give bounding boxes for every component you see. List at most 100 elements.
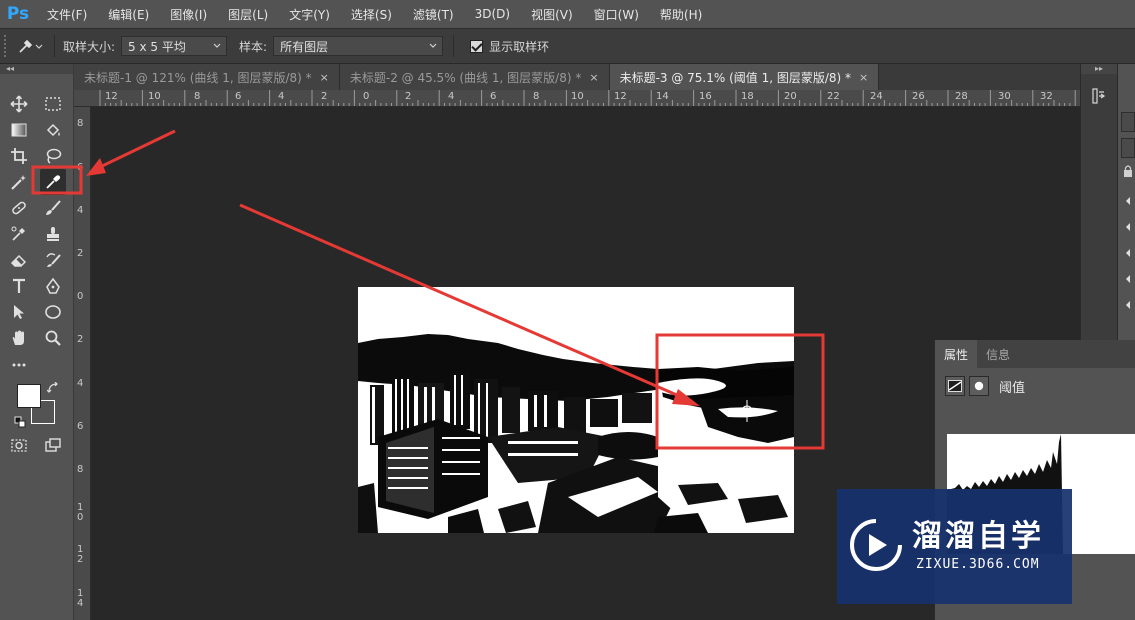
panel-button[interactable] [1121,138,1135,158]
hand-tool[interactable] [6,325,32,351]
menu-image[interactable]: 图像(I) [159,6,217,23]
tab-untitled-2[interactable]: 未标题-2 @ 45.5% (曲线 1, 图层蒙版/8) * × [339,64,610,90]
sample-size-select[interactable]: 5 x 5 平均 [121,36,228,56]
lasso-tool[interactable] [40,143,66,169]
tab-label: 未标题-1 @ 121% (曲线 1, 图层蒙版/8) * [84,70,312,85]
history-brush-tool[interactable] [40,247,66,273]
threshold-adjustment-icon [948,380,962,392]
magnifier-icon [45,330,61,346]
chevron-left-icon[interactable] [1124,300,1132,310]
quick-mask-icon [11,439,27,452]
eraser-tool[interactable] [6,247,32,273]
lock-icon[interactable] [1122,164,1134,178]
toolbar-collapse[interactable]: ◂◂ [0,64,73,74]
ruler-label: 2 [321,91,328,102]
dock-collapse[interactable]: ▸▸ [1081,64,1117,74]
ruler-label: 10 [148,91,161,102]
menu-layer[interactable]: 图层(L) [217,6,278,23]
screen-mode-button[interactable] [40,432,66,458]
menu-filter[interactable]: 滤镜(T) [402,6,464,23]
chevron-left-icon[interactable] [1124,274,1132,284]
path-selection-tool[interactable] [6,299,32,325]
ruler-label: 0 [363,91,370,102]
chevron-left-icon[interactable] [1124,222,1132,232]
tab-untitled-3[interactable]: 未标题-3 @ 75.1% (阈值 1, 图层蒙版/8) * × [609,64,880,90]
swap-colors-icon[interactable] [47,382,59,394]
chevron-left-icon[interactable] [1124,248,1132,258]
sample-size-value: 5 x 5 平均 [128,39,186,54]
chevron-down-icon [213,43,221,48]
ruler-label: 1 0 [77,502,84,523]
ruler-label: 4 [278,91,285,102]
adjustment-layer-button[interactable] [945,376,965,396]
tab-label: 未标题-3 @ 75.1% (阈值 1, 图层蒙版/8) * [619,70,852,85]
sample-size-label: 取样大小: [63,39,116,54]
bandage-icon [12,201,26,215]
watermark-subtitle: ZIXUE.3D66.COM [916,557,1040,572]
document-canvas-threshold-image[interactable] [358,287,794,533]
play-logo-icon [850,519,902,571]
tool-preset-picker[interactable] [12,34,48,58]
menu-select[interactable]: 选择(S) [340,6,402,23]
menu-edit[interactable]: 编辑(E) [97,6,159,23]
paint-bucket-tool[interactable] [40,117,66,143]
brush-tool[interactable] [40,195,66,221]
threshold-cityscape-image [358,287,794,533]
menu-file[interactable]: 文件(F) [36,6,97,23]
type-tool[interactable] [6,273,32,299]
right-panel-edge [1117,64,1135,340]
ruler-label: 22 [827,91,840,102]
menu-type[interactable]: 文字(Y) [278,6,340,23]
menu-view[interactable]: 视图(V) [520,6,583,23]
show-sampling-ring-checkbox[interactable] [470,39,484,53]
sample-select[interactable]: 所有图层 [273,36,444,56]
ruler-label: 4 [77,205,84,216]
stamp-icon [47,227,59,241]
layer-mask-button[interactable] [969,376,989,396]
history-panel-button[interactable] [1089,86,1109,106]
clone-stamp-tool[interactable] [40,221,66,247]
magic-wand-tool[interactable] [6,169,32,195]
history-brush-icon [46,253,61,267]
menu-3d[interactable]: 3D(D) [464,7,520,21]
ruler-label: 2 [77,334,84,345]
marquee-tool[interactable] [40,91,66,117]
panel-button[interactable] [1121,112,1135,132]
pen-tool[interactable] [40,273,66,299]
chevron-left-icon[interactable] [1124,196,1132,206]
foreground-color-swatch[interactable] [17,384,41,408]
crop-icon [11,148,27,164]
crop-tool[interactable] [6,143,32,169]
show-sampling-ring-label: 显示取样环 [489,39,550,54]
close-icon[interactable]: × [320,71,329,84]
color-sampler-tool[interactable] [6,221,32,247]
horizontal-ruler[interactable]: 12 10 8 6 4 2 0 2 4 6 8 10 12 14 16 18 2… [74,90,1080,107]
ruler-label: 8 [194,91,201,102]
close-icon[interactable]: × [589,71,598,84]
tab-label: 未标题-2 @ 45.5% (曲线 1, 图层蒙版/8) * [349,70,582,85]
sample-value: 所有图层 [280,39,329,54]
menu-help[interactable]: 帮助(H) [649,6,712,23]
tab-untitled-1[interactable]: 未标题-1 @ 121% (曲线 1, 图层蒙版/8) * × [74,64,340,90]
healing-brush-tool[interactable] [6,195,32,221]
options-separator [54,35,55,57]
tab-info[interactable]: 信息 [977,340,1019,368]
tab-properties[interactable]: 属性 [935,340,978,368]
options-grip[interactable] [4,35,12,57]
ellipse-tool[interactable] [40,299,66,325]
ruler-label: 1 2 [77,544,84,565]
close-icon[interactable]: × [859,71,868,84]
eyedropper-tool[interactable] [40,169,66,195]
menu-window[interactable]: 窗口(W) [583,6,649,23]
quick-mask-button[interactable] [6,432,32,458]
default-colors-icon[interactable] [14,416,26,428]
edit-toolbar-button[interactable] [6,352,32,378]
history-icon [1092,88,1106,104]
screen-mode-icon [45,438,61,452]
vertical-ruler[interactable]: 8 6 4 2 0 2 4 6 8 1 0 1 2 1 4 [74,107,91,620]
move-tool[interactable] [6,91,32,117]
gradient-icon [11,123,27,137]
ruler-label: 28 [955,91,968,102]
zoom-tool[interactable] [40,325,66,351]
gradient-tool[interactable] [6,117,32,143]
